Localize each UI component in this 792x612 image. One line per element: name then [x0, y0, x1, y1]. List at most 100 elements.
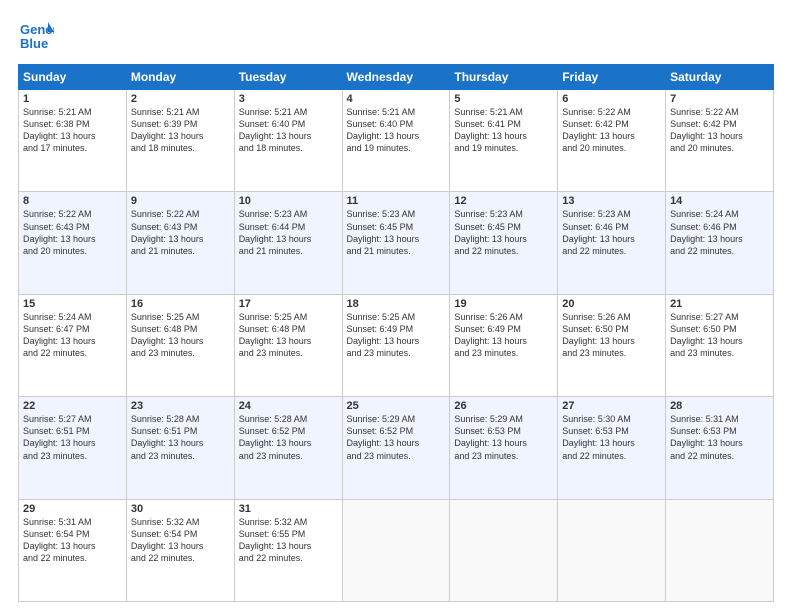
day-number: 23 [131, 400, 230, 412]
day-info: Sunrise: 5:28 AMSunset: 6:51 PMDaylight:… [131, 413, 230, 462]
week-row-2: 8Sunrise: 5:22 AMSunset: 6:43 PMDaylight… [19, 192, 774, 294]
day-info: Sunrise: 5:21 AMSunset: 6:38 PMDaylight:… [23, 106, 122, 155]
day-info: Sunrise: 5:32 AMSunset: 6:54 PMDaylight:… [131, 516, 230, 565]
calendar-table: SundayMondayTuesdayWednesdayThursdayFrid… [18, 64, 774, 602]
week-row-5: 29Sunrise: 5:31 AMSunset: 6:54 PMDayligh… [19, 499, 774, 601]
day-number: 29 [23, 503, 122, 515]
day-number: 12 [454, 195, 553, 207]
svg-text:Blue: Blue [20, 36, 48, 51]
day-info: Sunrise: 5:32 AMSunset: 6:55 PMDaylight:… [239, 516, 338, 565]
col-header-monday: Monday [126, 65, 234, 90]
day-cell-13: 13Sunrise: 5:23 AMSunset: 6:46 PMDayligh… [558, 192, 666, 294]
day-info: Sunrise: 5:24 AMSunset: 6:47 PMDaylight:… [23, 311, 122, 360]
empty-cell [666, 499, 774, 601]
day-number: 30 [131, 503, 230, 515]
day-info: Sunrise: 5:28 AMSunset: 6:52 PMDaylight:… [239, 413, 338, 462]
day-number: 5 [454, 93, 553, 105]
day-cell-6: 6Sunrise: 5:22 AMSunset: 6:42 PMDaylight… [558, 90, 666, 192]
day-number: 31 [239, 503, 338, 515]
day-number: 3 [239, 93, 338, 105]
day-info: Sunrise: 5:23 AMSunset: 6:45 PMDaylight:… [347, 208, 446, 257]
col-header-tuesday: Tuesday [234, 65, 342, 90]
day-info: Sunrise: 5:23 AMSunset: 6:44 PMDaylight:… [239, 208, 338, 257]
day-cell-29: 29Sunrise: 5:31 AMSunset: 6:54 PMDayligh… [19, 499, 127, 601]
day-info: Sunrise: 5:23 AMSunset: 6:46 PMDaylight:… [562, 208, 661, 257]
day-info: Sunrise: 5:22 AMSunset: 6:42 PMDaylight:… [562, 106, 661, 155]
day-info: Sunrise: 5:29 AMSunset: 6:52 PMDaylight:… [347, 413, 446, 462]
logo: General Blue [18, 18, 60, 54]
day-info: Sunrise: 5:23 AMSunset: 6:45 PMDaylight:… [454, 208, 553, 257]
day-cell-16: 16Sunrise: 5:25 AMSunset: 6:48 PMDayligh… [126, 294, 234, 396]
day-cell-25: 25Sunrise: 5:29 AMSunset: 6:52 PMDayligh… [342, 397, 450, 499]
col-header-wednesday: Wednesday [342, 65, 450, 90]
day-cell-17: 17Sunrise: 5:25 AMSunset: 6:48 PMDayligh… [234, 294, 342, 396]
day-cell-12: 12Sunrise: 5:23 AMSunset: 6:45 PMDayligh… [450, 192, 558, 294]
day-number: 26 [454, 400, 553, 412]
day-number: 19 [454, 298, 553, 310]
day-info: Sunrise: 5:21 AMSunset: 6:39 PMDaylight:… [131, 106, 230, 155]
col-header-saturday: Saturday [666, 65, 774, 90]
day-number: 6 [562, 93, 661, 105]
day-number: 15 [23, 298, 122, 310]
day-info: Sunrise: 5:22 AMSunset: 6:43 PMDaylight:… [23, 208, 122, 257]
day-cell-9: 9Sunrise: 5:22 AMSunset: 6:43 PMDaylight… [126, 192, 234, 294]
day-info: Sunrise: 5:21 AMSunset: 6:40 PMDaylight:… [239, 106, 338, 155]
day-cell-3: 3Sunrise: 5:21 AMSunset: 6:40 PMDaylight… [234, 90, 342, 192]
day-cell-31: 31Sunrise: 5:32 AMSunset: 6:55 PMDayligh… [234, 499, 342, 601]
day-number: 1 [23, 93, 122, 105]
day-info: Sunrise: 5:22 AMSunset: 6:43 PMDaylight:… [131, 208, 230, 257]
day-cell-21: 21Sunrise: 5:27 AMSunset: 6:50 PMDayligh… [666, 294, 774, 396]
day-cell-19: 19Sunrise: 5:26 AMSunset: 6:49 PMDayligh… [450, 294, 558, 396]
day-number: 24 [239, 400, 338, 412]
day-cell-23: 23Sunrise: 5:28 AMSunset: 6:51 PMDayligh… [126, 397, 234, 499]
day-number: 21 [670, 298, 769, 310]
day-cell-5: 5Sunrise: 5:21 AMSunset: 6:41 PMDaylight… [450, 90, 558, 192]
empty-cell [342, 499, 450, 601]
day-number: 11 [347, 195, 446, 207]
day-info: Sunrise: 5:26 AMSunset: 6:50 PMDaylight:… [562, 311, 661, 360]
day-number: 10 [239, 195, 338, 207]
empty-cell [558, 499, 666, 601]
day-number: 18 [347, 298, 446, 310]
page: General Blue SundayMondayTuesdayWednesda… [0, 0, 792, 612]
day-cell-27: 27Sunrise: 5:30 AMSunset: 6:53 PMDayligh… [558, 397, 666, 499]
day-info: Sunrise: 5:31 AMSunset: 6:54 PMDaylight:… [23, 516, 122, 565]
day-info: Sunrise: 5:27 AMSunset: 6:50 PMDaylight:… [670, 311, 769, 360]
day-number: 20 [562, 298, 661, 310]
day-number: 14 [670, 195, 769, 207]
week-row-3: 15Sunrise: 5:24 AMSunset: 6:47 PMDayligh… [19, 294, 774, 396]
header: General Blue [18, 18, 774, 54]
day-cell-11: 11Sunrise: 5:23 AMSunset: 6:45 PMDayligh… [342, 192, 450, 294]
logo-icon: General Blue [18, 18, 54, 54]
day-cell-8: 8Sunrise: 5:22 AMSunset: 6:43 PMDaylight… [19, 192, 127, 294]
day-info: Sunrise: 5:22 AMSunset: 6:42 PMDaylight:… [670, 106, 769, 155]
day-cell-10: 10Sunrise: 5:23 AMSunset: 6:44 PMDayligh… [234, 192, 342, 294]
day-info: Sunrise: 5:26 AMSunset: 6:49 PMDaylight:… [454, 311, 553, 360]
calendar-header-row: SundayMondayTuesdayWednesdayThursdayFrid… [19, 65, 774, 90]
day-number: 17 [239, 298, 338, 310]
day-cell-26: 26Sunrise: 5:29 AMSunset: 6:53 PMDayligh… [450, 397, 558, 499]
day-number: 27 [562, 400, 661, 412]
day-info: Sunrise: 5:31 AMSunset: 6:53 PMDaylight:… [670, 413, 769, 462]
day-cell-24: 24Sunrise: 5:28 AMSunset: 6:52 PMDayligh… [234, 397, 342, 499]
day-info: Sunrise: 5:30 AMSunset: 6:53 PMDaylight:… [562, 413, 661, 462]
day-number: 28 [670, 400, 769, 412]
day-number: 25 [347, 400, 446, 412]
day-number: 9 [131, 195, 230, 207]
day-cell-4: 4Sunrise: 5:21 AMSunset: 6:40 PMDaylight… [342, 90, 450, 192]
day-number: 7 [670, 93, 769, 105]
day-info: Sunrise: 5:25 AMSunset: 6:49 PMDaylight:… [347, 311, 446, 360]
day-info: Sunrise: 5:25 AMSunset: 6:48 PMDaylight:… [239, 311, 338, 360]
day-number: 8 [23, 195, 122, 207]
day-number: 13 [562, 195, 661, 207]
day-cell-7: 7Sunrise: 5:22 AMSunset: 6:42 PMDaylight… [666, 90, 774, 192]
empty-cell [450, 499, 558, 601]
day-cell-2: 2Sunrise: 5:21 AMSunset: 6:39 PMDaylight… [126, 90, 234, 192]
day-info: Sunrise: 5:21 AMSunset: 6:41 PMDaylight:… [454, 106, 553, 155]
day-cell-15: 15Sunrise: 5:24 AMSunset: 6:47 PMDayligh… [19, 294, 127, 396]
day-number: 2 [131, 93, 230, 105]
day-cell-20: 20Sunrise: 5:26 AMSunset: 6:50 PMDayligh… [558, 294, 666, 396]
col-header-thursday: Thursday [450, 65, 558, 90]
day-info: Sunrise: 5:29 AMSunset: 6:53 PMDaylight:… [454, 413, 553, 462]
week-row-4: 22Sunrise: 5:27 AMSunset: 6:51 PMDayligh… [19, 397, 774, 499]
